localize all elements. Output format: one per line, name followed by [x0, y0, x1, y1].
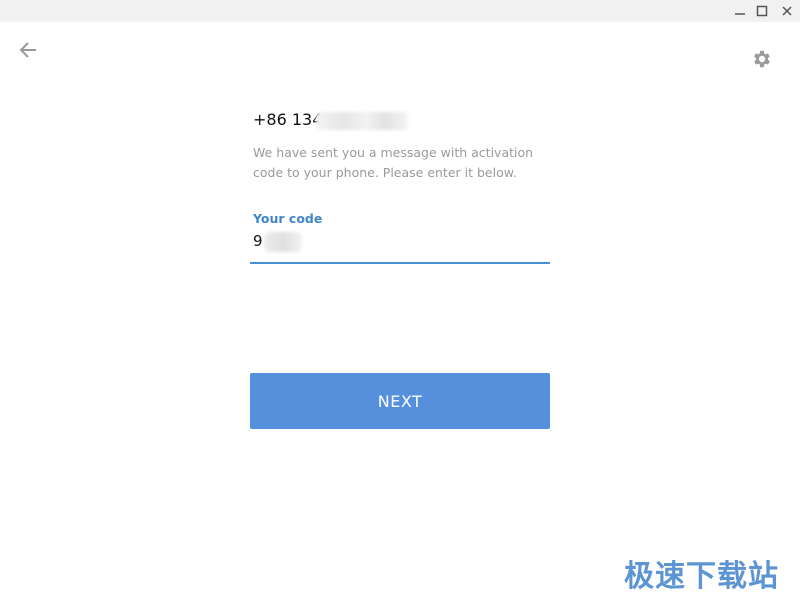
close-icon [782, 6, 792, 16]
code-label: Your code [253, 211, 323, 226]
maximize-button[interactable] [751, 0, 773, 22]
watermark-text: 极速下载站 [624, 559, 779, 594]
back-button[interactable] [14, 36, 42, 64]
redacted-code-digits [264, 232, 302, 252]
code-input[interactable]: 9 [250, 230, 550, 264]
maximize-icon [756, 5, 768, 17]
phone-number: +86 134 [253, 110, 323, 129]
title-bar [0, 0, 800, 22]
minimize-icon [735, 13, 745, 15]
gear-icon [754, 50, 770, 68]
code-input-value: 9 [253, 232, 263, 250]
next-button[interactable]: NEXT [250, 373, 550, 429]
settings-button[interactable] [748, 45, 776, 73]
redacted-phone-digits [316, 112, 408, 130]
minimize-button[interactable] [729, 0, 751, 22]
close-button[interactable] [776, 0, 798, 22]
arrow-left-icon [19, 42, 36, 58]
activation-hint: We have sent you a message with activati… [253, 145, 534, 180]
